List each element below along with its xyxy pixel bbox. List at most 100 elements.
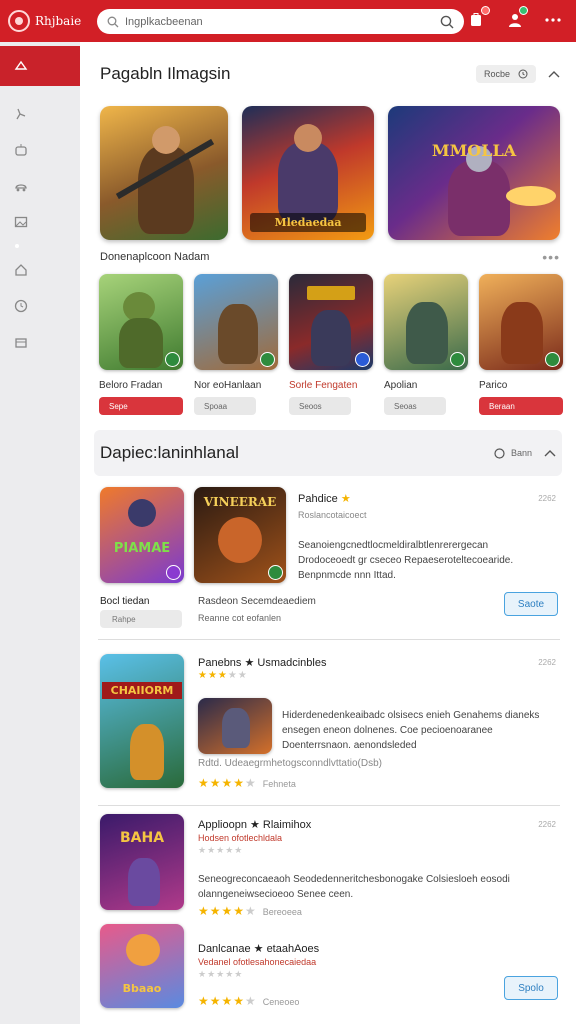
game-tile[interactable]: Parico Beraan — [479, 274, 563, 415]
rating-label: Bereoeea — [262, 907, 302, 917]
sidebar-item-robots[interactable] — [0, 132, 80, 168]
chevron-up-icon[interactable] — [544, 449, 556, 457]
sidebar-item-racing[interactable] — [0, 168, 80, 204]
get-button-label: Beraan — [489, 401, 515, 411]
app-list-item[interactable]: PIAMAE VINEERAE Pahdice ★ 2262 Roslancot… — [98, 482, 560, 640]
app-icon-art-text: VINEERAE — [203, 495, 277, 509]
game-tile[interactable]: Apolian Seoas — [384, 274, 468, 415]
profile-icon[interactable] — [504, 6, 528, 31]
install-button[interactable]: Spolo — [504, 976, 558, 1000]
filter-button[interactable]: Rocbe — [475, 65, 536, 83]
main-content: Pagabln Ilmagsin Rocbe Mledaedaa MMOLLA — [80, 42, 576, 1024]
subsection-header: Donenaplcoon Nadam ••• — [100, 249, 560, 265]
rating-label: Fehneta — [262, 779, 296, 789]
warrior-figure — [278, 142, 338, 222]
game-thumbnail — [194, 274, 278, 370]
app-list-item[interactable]: CHAIIORM Panebns ★ Usmadcinbles 2262 ★★★… — [98, 650, 560, 806]
app-icon: PIAMAE — [100, 487, 184, 583]
rating-stars: ★★★★★ Bereoeea — [198, 904, 302, 918]
install-button[interactable]: Saote — [504, 592, 558, 616]
section-header: Dapiec:laninhlanal Bann — [94, 430, 562, 476]
app-icon: CHAIIORM — [100, 654, 184, 788]
more-icon[interactable] — [542, 9, 564, 31]
car-icon — [15, 184, 27, 192]
platform-badge-icon — [545, 352, 560, 367]
game-grid: Beloro Fradan Sepe Nor eoHanlaan Spoaa S… — [99, 274, 563, 415]
featured-game-card[interactable] — [100, 106, 228, 240]
app-icon-text: BAHA — [119, 830, 165, 846]
more-dots-icon[interactable]: ••• — [542, 249, 560, 265]
hero-figure — [222, 708, 250, 748]
app-title: Danlcanae ★ etaahAoes — [198, 943, 320, 955]
game-name: Parico — [479, 380, 508, 391]
search-submit-icon[interactable] — [440, 15, 454, 29]
install-button-label: Spolo — [518, 982, 544, 994]
gamepad-icon — [14, 60, 28, 70]
app-title: Panebns ★ Usmadcinbles — [198, 657, 327, 669]
sidebar-item-action[interactable] — [0, 96, 80, 132]
notification-icon[interactable] — [466, 6, 490, 31]
online-badge — [519, 6, 528, 15]
app-screenshot — [198, 698, 272, 754]
game-tile[interactable]: Beloro Fradan Sepe — [99, 274, 183, 415]
search-icon — [107, 16, 119, 28]
filter-button[interactable]: Bann — [494, 447, 532, 459]
app-title-text: Pahdice — [298, 493, 338, 505]
creature-head — [218, 517, 262, 563]
soldier-head — [152, 126, 180, 154]
get-button[interactable]: Sepe — [99, 397, 183, 415]
game-tile[interactable]: Sorle Fengaten Seoos — [289, 274, 373, 415]
platform-badge-icon — [166, 565, 181, 580]
sidebar-item-gallery[interactable] — [0, 204, 80, 240]
platform-badge-icon — [260, 352, 275, 367]
game-tile[interactable]: Nor eoHanlaan Spoaa — [194, 274, 278, 415]
get-button[interactable]: Beraan — [479, 397, 563, 415]
install-button-label: Saote — [517, 598, 545, 610]
app-icon: BAHA — [100, 814, 184, 910]
game-thumbnail — [289, 274, 373, 370]
search-input[interactable] — [125, 15, 440, 28]
rating-stars: ★★★★★ — [198, 969, 244, 979]
app-description: Hiderdenedenkeaibadc olsisecs enieh Gena… — [282, 710, 540, 751]
sidebar-divider — [0, 240, 80, 252]
game-name: Sorle Fengaten — [289, 380, 358, 391]
get-button[interactable]: Seoas — [384, 397, 446, 415]
sidebar-item-home[interactable] — [0, 252, 80, 288]
app-title: Pahdice ★ — [298, 492, 351, 505]
platform-badge-icon — [355, 352, 370, 367]
warrior-figure — [501, 302, 543, 364]
circle-icon — [494, 447, 505, 459]
chevron-up-icon[interactable] — [548, 70, 560, 78]
sidebar-item-library[interactable] — [0, 324, 80, 360]
get-button[interactable]: Spoaa — [194, 397, 256, 415]
app-list-item[interactable]: Bbaao Danlcanae ★ etaahAoes Vedanel ofot… — [98, 922, 560, 1018]
app-subtitle: Rasdeon Secemdeaediem — [198, 596, 316, 607]
soldier-figure — [119, 318, 163, 368]
person-walk-icon — [16, 108, 26, 120]
hero-figure — [128, 858, 160, 906]
get-button-label: Spoaa — [204, 401, 228, 411]
game-name: Nor eoHanlaan — [194, 380, 262, 391]
filter-label: Bann — [510, 448, 532, 458]
sidebar-item-games[interactable] — [0, 46, 80, 86]
platform-badge-icon — [450, 352, 465, 367]
featured-game-card[interactable]: Mledaedaa — [242, 106, 374, 240]
brand-name: Rhjbaie — [35, 14, 82, 28]
rating-stars: ★★★★★ — [198, 845, 244, 855]
section-header: Pagabln Ilmagsin Rocbe — [100, 62, 560, 86]
app-list-item[interactable]: BAHA Applioopn ★ Rlaimihox 2262 Hodsen o… — [98, 812, 560, 918]
featured-game-card[interactable]: MMOLLA — [388, 106, 560, 240]
platform-badge-icon — [165, 352, 180, 367]
clock-icon — [14, 299, 28, 313]
brand-logo-icon — [8, 10, 30, 32]
sidebar-item-recent[interactable] — [0, 288, 80, 324]
app-icon: VINEERAE — [194, 487, 286, 583]
robot-head — [128, 499, 156, 527]
search-bar[interactable] — [97, 9, 464, 34]
sidebar — [0, 42, 80, 1024]
get-button[interactable]: Seoos — [289, 397, 351, 415]
rating-chip[interactable]: Rahpe — [100, 610, 182, 628]
app-meta: Roslancotaicoect — [298, 510, 367, 520]
brand[interactable]: Rhjbaie — [0, 10, 92, 32]
blast-shape — [506, 186, 556, 206]
